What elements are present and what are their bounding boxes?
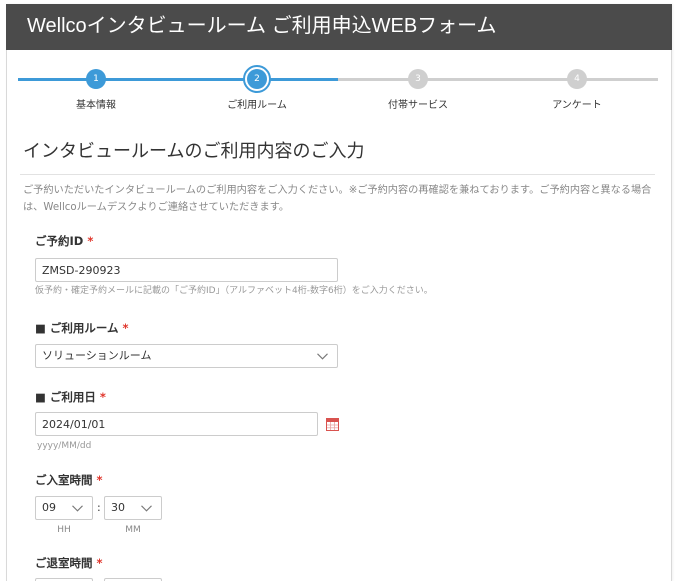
step-label: ご利用ルーム xyxy=(227,100,287,111)
step-ring: 4 xyxy=(563,65,591,93)
date-input[interactable] xyxy=(35,412,318,436)
step-basic-info: 1 基本情報 xyxy=(56,63,136,113)
room-label: ■ ご利用ルーム * xyxy=(35,321,129,335)
section-title: インタビュールームのご利用内容のご入力 xyxy=(23,141,365,162)
required-mark: * xyxy=(122,321,129,335)
step-survey: 4 アンケート xyxy=(537,63,617,113)
section-divider xyxy=(20,174,655,175)
hour-unit-label: HH xyxy=(57,525,71,535)
label-text: ご入室時間 xyxy=(35,473,93,487)
chevron-down-icon xyxy=(317,353,328,360)
date-label: ■ ご利用日 * xyxy=(35,390,106,404)
calendar-icon[interactable] xyxy=(326,418,339,431)
step-label: 付帯サービス xyxy=(388,100,448,111)
step-circle: 2 xyxy=(247,69,267,89)
label-text: ご退室時間 xyxy=(35,556,93,570)
page-title: Wellcoインタビュールーム ご利用申込WEBフォーム xyxy=(27,15,497,37)
exit-time-label: ご退室時間 * xyxy=(35,556,103,570)
step-number: 3 xyxy=(415,74,421,84)
room-select[interactable]: ソリューションルーム xyxy=(35,344,338,368)
step-circle: 3 xyxy=(408,69,428,89)
reservation-id-help: 仮予約・確定予約メールに記載の「ご予約ID」（アルファベット4桁-数字6桁）をご… xyxy=(35,286,433,296)
step-number: 1 xyxy=(93,74,99,84)
step-label: 基本情報 xyxy=(76,100,116,111)
label-text: ご予約ID xyxy=(35,234,84,248)
required-mark: * xyxy=(96,556,103,570)
chevron-down-icon xyxy=(72,505,83,512)
label-text: ■ ご利用日 xyxy=(35,390,96,404)
entry-hour-select[interactable]: 09 xyxy=(35,496,93,520)
time-separator: : xyxy=(97,501,101,514)
required-mark: * xyxy=(99,390,106,404)
step-label: アンケート xyxy=(552,100,602,111)
reservation-id-input[interactable] xyxy=(35,258,338,282)
step-ring: 2 xyxy=(243,65,271,93)
reservation-id-label: ご予約ID * xyxy=(35,234,93,248)
step-number: 4 xyxy=(574,74,580,84)
step-number: 2 xyxy=(254,74,260,84)
step-circle: 1 xyxy=(86,69,106,89)
room-select-value: ソリューションルーム xyxy=(42,349,152,362)
entry-time-label: ご入室時間 * xyxy=(35,473,103,487)
minute-unit-label: MM xyxy=(125,525,141,535)
step-services: 3 付帯サービス xyxy=(378,63,458,113)
required-mark: * xyxy=(87,234,94,248)
label-text: ■ ご利用ルーム xyxy=(35,321,119,335)
required-mark: * xyxy=(96,473,103,487)
chevron-down-icon xyxy=(141,505,152,512)
entry-minute-select[interactable]: 30 xyxy=(104,496,162,520)
step-ring: 1 xyxy=(82,65,110,93)
step-room: 2 ご利用ルーム xyxy=(217,63,297,113)
step-ring: 3 xyxy=(404,65,432,93)
section-description: ご予約いただいたインタビュールームのご利用内容をご入力ください。※ご予約内容の再… xyxy=(23,185,652,213)
entry-minute-value: 30 xyxy=(111,501,125,514)
entry-hour-value: 09 xyxy=(42,501,56,514)
date-format-help: yyyy/MM/dd xyxy=(37,441,92,451)
step-circle: 4 xyxy=(567,69,587,89)
